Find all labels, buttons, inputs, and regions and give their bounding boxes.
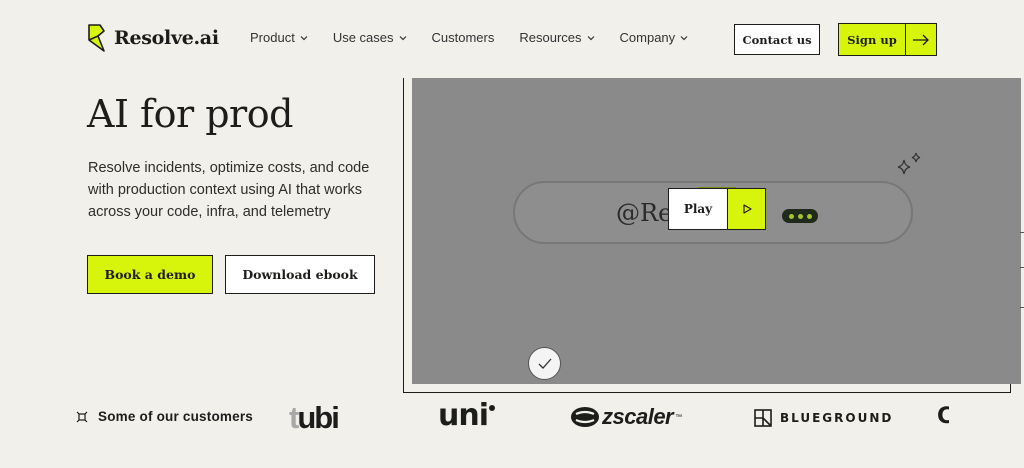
sign-up-button[interactable]: Sign up (838, 23, 937, 56)
nav-item-label: Customers (431, 30, 495, 45)
brand-name: Resolve.ai (114, 27, 219, 49)
hero-video[interactable]: @ReI Play (412, 78, 1021, 384)
contact-us-button[interactable]: Contact us (734, 24, 820, 55)
play-icon (728, 189, 765, 229)
tubi-logo: tubi (289, 400, 340, 435)
sign-up-label: Sign up (839, 24, 906, 55)
nav-item-company[interactable]: Company (620, 30, 689, 45)
partial-customer-logo: C (937, 404, 949, 429)
nav-item-resources[interactable]: Resources (519, 30, 594, 45)
download-ebook-button[interactable]: Download ebook (225, 255, 375, 294)
hero-title: AI for prod (87, 92, 293, 136)
chevron-down-icon (680, 35, 688, 40)
side-divider (1020, 232, 1024, 308)
play-button[interactable]: Play (668, 188, 766, 230)
blueground-logo: BLUEGROUND (754, 409, 893, 427)
nav-item-label: Product (250, 30, 295, 45)
sparkle-icon (897, 152, 921, 175)
bracket-square-icon (76, 411, 88, 422)
chevron-down-icon (587, 35, 594, 40)
nav-item-label: Company (619, 30, 676, 45)
brand-logo[interactable]: Resolve.ai (88, 24, 219, 52)
typing-indicator (782, 209, 818, 223)
chevron-down-icon (399, 35, 406, 40)
zscaler-cloud-icon (571, 407, 599, 427)
nav-item-use-cases[interactable]: Use cases (333, 30, 407, 45)
customers-label: Some of our customers (76, 409, 253, 424)
resolve-logo-icon (88, 24, 105, 52)
arrow-right-icon (906, 24, 936, 55)
book-demo-button[interactable]: Book a demo (87, 255, 213, 294)
nav-item-label: Resources (519, 30, 582, 45)
zscaler-logo: zscaler ™ (570, 404, 682, 430)
blueground-mark-icon (754, 409, 772, 427)
chevron-down-icon (300, 35, 308, 40)
main-nav: Product Use cases Customers Resources Co… (250, 30, 713, 45)
nav-item-customers[interactable]: Customers (432, 30, 495, 45)
play-label: Play (669, 189, 728, 229)
check-icon (528, 347, 561, 380)
nav-item-product[interactable]: Product (250, 30, 308, 45)
hero-subtitle: Resolve incidents, optimize costs, and c… (88, 160, 370, 220)
uni-logo: uni (438, 398, 495, 433)
nav-item-label: Use cases (332, 30, 394, 45)
